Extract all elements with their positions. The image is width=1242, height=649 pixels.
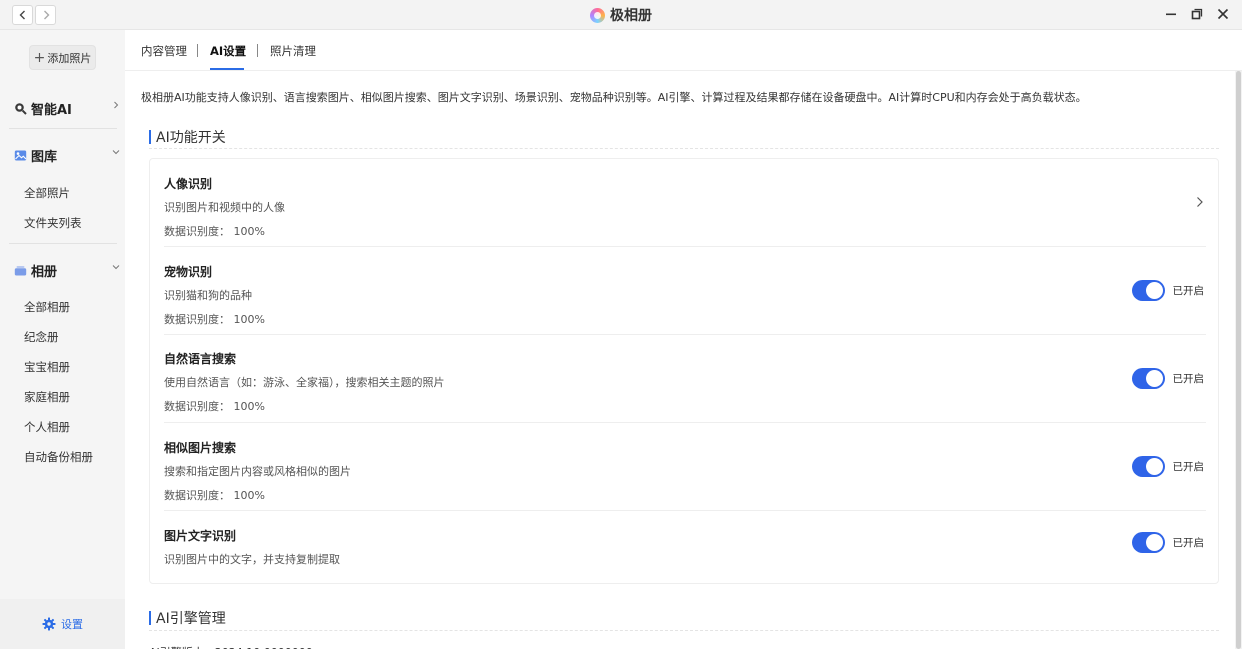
title-bar: 极相册 — [0, 0, 1242, 30]
feature-name: 相似图片搜索 — [164, 441, 237, 455]
chevron-right-icon — [114, 101, 119, 109]
feature-image-text-recognition: 图片文字识别 识别图片中的文字，并支持复制提取 — [164, 527, 1206, 567]
feature-similar-image-search: 相似图片搜索 搜索和指定图片内容或风格相似的图片 数据识别度： 100% — [164, 439, 1206, 503]
feature-divider — [164, 510, 1206, 511]
feature-accuracy: 数据识别度： 100% — [164, 400, 265, 413]
feature-name: 图片文字识别 — [164, 529, 237, 543]
section-title-ai-switch: AI功能开关 — [149, 127, 226, 147]
toggle-knob — [1145, 370, 1163, 387]
tab-ai-settings[interactable]: AI设置 — [210, 43, 246, 59]
sidebar-group-label: 智能AI — [31, 103, 72, 118]
sidebar-divider — [9, 128, 117, 129]
section-title-text: AI功能开关 — [156, 130, 226, 146]
feature-divider — [164, 334, 1206, 335]
section-divider — [149, 630, 1219, 631]
main-content: 内容管理 AI设置 照片清理 极相册AI功能支持人像识别、语言搜索图片、相似图片… — [125, 30, 1242, 649]
sidebar-item-all-photos[interactable]: 全部照片 — [24, 185, 70, 201]
chevron-down-icon — [112, 265, 120, 270]
chevron-down-icon — [112, 150, 120, 155]
settings-button[interactable]: 设置 — [0, 599, 125, 649]
feature-description: 识别猫和狗的品种 — [164, 289, 252, 302]
sidebar-group-ai[interactable]: 智能AI — [14, 99, 122, 118]
engine-version-text: AI引擎版本：2024.10.0000000 — [149, 644, 313, 649]
toggle-knob — [1145, 534, 1163, 551]
sidebar-group-gallery[interactable]: 图库 — [14, 146, 122, 165]
sidebar-item-all-albums[interactable]: 全部相册 — [24, 299, 70, 315]
active-tab-indicator — [210, 68, 244, 70]
minimize-button[interactable] — [1164, 6, 1178, 22]
feature-description: 识别图片和视频中的人像 — [164, 201, 285, 214]
tab-content-management[interactable]: 内容管理 — [141, 43, 187, 59]
image-text-recognition-toggle[interactable] — [1131, 532, 1165, 553]
sidebar-item-personal[interactable]: 个人相册 — [24, 419, 70, 435]
sidebar-divider — [9, 243, 117, 244]
toggle-knob — [1145, 458, 1163, 475]
app-title: 极相册 — [0, 5, 1242, 25]
album-icon — [14, 264, 27, 277]
toggle-knob — [1145, 282, 1163, 299]
gallery-icon — [14, 149, 27, 162]
toggle-state-label: 已开启 — [1172, 537, 1205, 549]
feature-accuracy: 数据识别度： 100% — [164, 313, 265, 326]
ai-feature-card: 人像识别 识别图片和视频中的人像 数据识别度： 100% 宠物识别 识别猫和狗的… — [149, 158, 1219, 584]
add-photo-label: 添加照片 — [47, 51, 92, 65]
feature-name: 宠物识别 — [164, 265, 213, 279]
feature-portrait-recognition[interactable]: 人像识别 识别图片和视频中的人像 数据识别度： 100% — [164, 175, 1206, 239]
feature-pet-recognition: 宠物识别 识别猫和狗的品种 数据识别度： 100% — [164, 263, 1206, 327]
add-photo-button[interactable]: + 添加照片 — [29, 45, 96, 70]
sidebar-item-family[interactable]: 家庭相册 — [24, 389, 70, 405]
feature-natural-language-search: 自然语言搜索 使用自然语言（如：游泳、全家福），搜索相关主题的照片 数据识别度：… — [164, 350, 1206, 414]
pet-recognition-toggle[interactable] — [1131, 280, 1165, 301]
window-controls — [1164, 6, 1230, 22]
feature-name: 人像识别 — [164, 177, 213, 191]
scrollbar-thumb[interactable] — [1236, 71, 1241, 649]
app-title-text: 极相册 — [610, 8, 652, 24]
section-title-ai-engine: AI引擎管理 — [149, 608, 226, 628]
app-logo-icon — [590, 7, 605, 23]
similar-image-search-toggle[interactable] — [1131, 456, 1165, 477]
natural-language-toggle-group: 已开启 — [1131, 368, 1205, 389]
tab-separator — [257, 44, 258, 57]
similar-image-toggle-group: 已开启 — [1131, 456, 1205, 477]
toggle-state-label: 已开启 — [1172, 373, 1205, 385]
feature-description: 搜索和指定图片内容或风格相似的图片 — [164, 465, 351, 478]
feature-divider — [164, 246, 1206, 247]
settings-label: 设置 — [61, 618, 83, 631]
feature-divider — [164, 422, 1206, 423]
toggle-state-label: 已开启 — [1172, 461, 1205, 473]
close-icon — [1217, 8, 1229, 20]
feature-accuracy: 数据识别度： 100% — [164, 225, 265, 238]
section-divider — [149, 148, 1219, 149]
sidebar-item-baby[interactable]: 宝宝相册 — [24, 359, 70, 375]
maximize-button[interactable] — [1190, 6, 1204, 22]
sidebar-item-memorial[interactable]: 纪念册 — [24, 329, 59, 345]
sidebar-item-auto-backup[interactable]: 自动备份相册 — [24, 449, 93, 465]
maximize-icon — [1191, 8, 1203, 20]
tab-photo-cleanup[interactable]: 照片清理 — [270, 43, 316, 59]
sidebar-group-label: 相册 — [31, 265, 58, 280]
chevron-right-icon[interactable] — [1195, 196, 1204, 208]
tab-bar: 内容管理 AI设置 照片清理 — [125, 30, 1242, 71]
feature-description: 使用自然语言（如：游泳、全家福），搜索相关主题的照片 — [164, 376, 445, 389]
toggle-state-label: 已开启 — [1172, 285, 1205, 297]
plus-icon: + — [33, 49, 46, 66]
pet-recognition-toggle-group: 已开启 — [1131, 280, 1205, 301]
ai-intro-text: 极相册AI功能支持人像识别、语言搜索图片、相似图片搜索、图片文字识别、场景识别、… — [141, 91, 1087, 104]
ai-icon — [14, 102, 27, 115]
gear-icon — [42, 617, 56, 631]
image-text-toggle-group: 已开启 — [1131, 532, 1205, 553]
sidebar-group-label: 图库 — [31, 150, 58, 165]
feature-name: 自然语言搜索 — [164, 352, 237, 366]
main-scrollbar[interactable] — [1235, 71, 1242, 649]
feature-accuracy: 数据识别度： 100% — [164, 489, 265, 502]
tab-separator — [197, 44, 198, 57]
sidebar: + 添加照片 智能AI 图库 全部照片 文件夹列表 相册 全部相册 纪念册 宝宝… — [0, 30, 125, 649]
section-title-text: AI引擎管理 — [156, 611, 226, 627]
minimize-icon — [1166, 13, 1176, 16]
sidebar-group-albums[interactable]: 相册 — [14, 261, 122, 280]
feature-description: 识别图片中的文字，并支持复制提取 — [164, 553, 340, 566]
sidebar-item-folder-list[interactable]: 文件夹列表 — [24, 215, 82, 231]
close-button[interactable] — [1216, 6, 1230, 22]
natural-language-search-toggle[interactable] — [1131, 368, 1165, 389]
